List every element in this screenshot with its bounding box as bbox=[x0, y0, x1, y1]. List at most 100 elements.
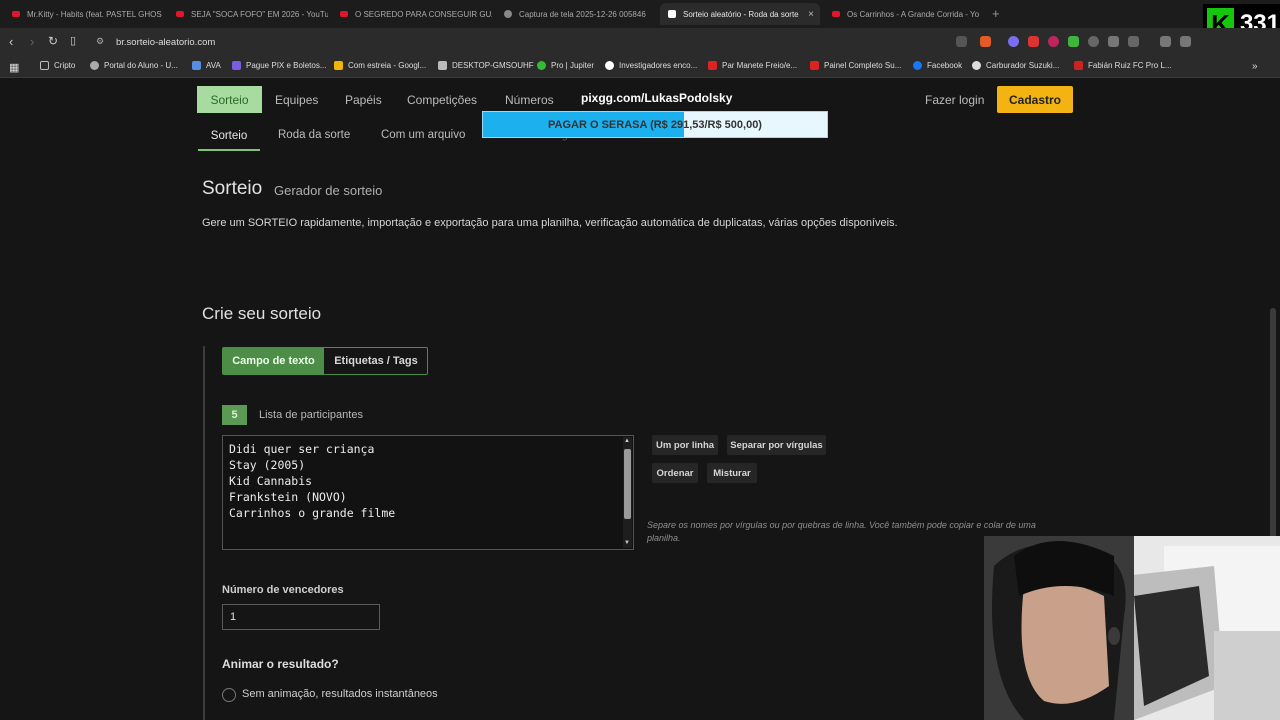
extension-icon[interactable] bbox=[1028, 36, 1039, 47]
participants-textarea[interactable]: Didi quer ser criança Stay (2005) Kid Ca… bbox=[222, 435, 634, 550]
shop-icon bbox=[972, 61, 981, 70]
subnav-roda-da-sorte[interactable]: Roda da sorte bbox=[278, 129, 350, 141]
no-animation-label[interactable]: Sem animação, resultados instantâneos bbox=[242, 688, 438, 700]
signup-button[interactable]: Cadastro bbox=[997, 86, 1073, 113]
jupiter-icon bbox=[537, 61, 546, 70]
nav-numeros[interactable]: Números bbox=[505, 93, 554, 107]
participant-line: Stay (2005) bbox=[229, 458, 306, 472]
desktop-icon bbox=[438, 61, 447, 70]
folder-icon bbox=[40, 61, 49, 70]
tab-soca-fofo[interactable]: SEJA "SOCA FOFO" EM 2026 - YouTu bbox=[168, 3, 328, 25]
tab-campo-de-texto[interactable]: Campo de texto bbox=[223, 348, 324, 374]
section-title: Crie seu sorteio bbox=[202, 304, 322, 323]
bookmark-item[interactable]: Facebook bbox=[913, 61, 962, 70]
tab-strip: Mr.Kitty - Habits (feat. PASTEL GHOS SEJ… bbox=[0, 0, 1280, 28]
nav-competicoes[interactable]: Competições bbox=[407, 93, 477, 107]
bookmark-item[interactable]: DESKTOP-GMSOUHF bbox=[438, 61, 534, 70]
extension-icon[interactable] bbox=[1128, 36, 1139, 47]
youtube-icon bbox=[832, 11, 840, 17]
bookmark-item[interactable]: Painel Completo Su... bbox=[810, 61, 901, 70]
split-commas-button[interactable]: Separar por vírgulas bbox=[727, 435, 826, 455]
form-divider bbox=[203, 346, 205, 720]
globe-icon bbox=[90, 61, 99, 70]
bookmark-item[interactable]: Fabián Ruiz FC Pro L... bbox=[1074, 61, 1172, 70]
page-subtitle: Gerador de sorteio bbox=[274, 183, 383, 198]
extension-icon[interactable] bbox=[1088, 36, 1099, 47]
subnav-sorteio[interactable]: Sorteio bbox=[198, 122, 260, 151]
participants-label: Lista de participantes bbox=[259, 409, 363, 421]
scrollbar-thumb[interactable] bbox=[624, 449, 631, 519]
bookmark-item[interactable]: Pro | Jupiter bbox=[537, 61, 594, 70]
nav-papeis[interactable]: Papéis bbox=[345, 93, 382, 107]
shop-icon bbox=[708, 61, 717, 70]
sorteio-icon bbox=[668, 10, 676, 18]
bookmark-item[interactable]: Carburador Suzuki... bbox=[972, 61, 1059, 70]
bookmark-item[interactable]: AVA bbox=[192, 61, 221, 70]
forward-icon[interactable]: › bbox=[30, 34, 34, 49]
pix-overlay-link: pixgg.com/LukasPodolsky bbox=[581, 91, 733, 105]
sidebar-icon[interactable] bbox=[1180, 36, 1191, 47]
extension-icon[interactable] bbox=[1008, 36, 1019, 47]
fc-icon bbox=[1074, 61, 1083, 70]
address-bar: ‹ › ↻ ▯ ⚙ br.sorteio-aleatorio.com bbox=[0, 28, 1280, 56]
tab-etiquetas[interactable]: Etiquetas / Tags bbox=[324, 348, 428, 374]
tab-sorteio[interactable]: Sorteio aleatório - Roda da sorte × bbox=[660, 3, 820, 25]
reload-icon[interactable]: ↻ bbox=[48, 34, 58, 48]
bookmark-item[interactable]: Pague PIX e Boletos... bbox=[232, 61, 327, 70]
nav-sorteio[interactable]: Sorteio bbox=[197, 86, 262, 113]
library-icon[interactable] bbox=[1160, 36, 1171, 47]
winners-input[interactable]: 1 bbox=[222, 604, 380, 630]
sort-button[interactable]: Ordenar bbox=[652, 463, 698, 483]
textarea-scrollbar[interactable]: ▲ ▼ bbox=[623, 437, 632, 548]
donation-goal-overlay: PAGAR O SERASA (R$ 291,53/R$ 500,00) bbox=[482, 111, 828, 138]
back-icon[interactable]: ‹ bbox=[9, 34, 13, 49]
tab-title: O SEGREDO PARA CONSEGUIR GUA bbox=[355, 9, 492, 19]
bookmark-item[interactable]: Cripto bbox=[40, 61, 75, 70]
tab-title: Captura de tela 2025-12-26 005846 bbox=[519, 9, 646, 19]
participant-line: Didi quer ser criança bbox=[229, 442, 375, 456]
share-icon[interactable] bbox=[956, 36, 967, 47]
site-info-icon[interactable]: ⚙ bbox=[96, 36, 104, 47]
one-per-line-button[interactable]: Um por linha bbox=[652, 435, 718, 455]
page-title: Sorteio bbox=[202, 178, 263, 199]
facebook-icon bbox=[913, 61, 922, 70]
youtube-icon bbox=[176, 11, 184, 17]
close-tab-icon[interactable]: × bbox=[808, 9, 814, 20]
shop-icon bbox=[810, 61, 819, 70]
shuffle-button[interactable]: Misturar bbox=[707, 463, 757, 483]
scroll-up-icon[interactable]: ▲ bbox=[624, 438, 630, 444]
webcam-overlay bbox=[984, 536, 1280, 720]
puzzle-icon[interactable] bbox=[1108, 36, 1119, 47]
login-link[interactable]: Fazer login bbox=[925, 93, 984, 107]
tab-title: Os Carrinhos - A Grande Corrida - Yo bbox=[847, 9, 980, 19]
input-mode-tabs: Campo de texto Etiquetas / Tags bbox=[222, 347, 428, 375]
scroll-down-icon[interactable]: ▼ bbox=[624, 540, 630, 546]
more-bookmarks-icon[interactable]: » bbox=[1252, 61, 1258, 72]
page-description: Gere um SORTEIO rapidamente, importação … bbox=[202, 217, 898, 229]
tab-captura[interactable]: Captura de tela 2025-12-26 005846 bbox=[496, 3, 656, 25]
no-animation-radio[interactable] bbox=[222, 688, 236, 702]
youtube-icon bbox=[340, 11, 348, 17]
nav-equipes[interactable]: Equipes bbox=[275, 93, 318, 107]
bookmark-item[interactable]: Investigadores enco... bbox=[605, 61, 697, 70]
bookmark-item[interactable]: Com estreia - Googl... bbox=[334, 61, 426, 70]
subnav-com-arquivo[interactable]: Com um arquivo bbox=[381, 129, 465, 141]
google-icon bbox=[605, 61, 614, 70]
participant-line: Kid Cannabis bbox=[229, 474, 313, 488]
ava-icon bbox=[192, 61, 201, 70]
bookmark-item[interactable]: Portal do Aluno - U... bbox=[90, 61, 178, 70]
new-tab-icon[interactable]: + bbox=[992, 6, 1000, 21]
tab-carrinhos[interactable]: Os Carrinhos - A Grande Corrida - Yo bbox=[824, 3, 984, 25]
brave-shield-icon[interactable] bbox=[980, 36, 991, 47]
apps-grid-icon[interactable]: ▦ bbox=[9, 61, 19, 74]
tab-mr-kitty[interactable]: Mr.Kitty - Habits (feat. PASTEL GHOS bbox=[4, 3, 164, 25]
bookmark-item[interactable]: Par Manete Freio/e... bbox=[708, 61, 797, 70]
tab-segredo[interactable]: O SEGREDO PARA CONSEGUIR GUA bbox=[332, 3, 492, 25]
extension-icon[interactable] bbox=[1068, 36, 1079, 47]
tab-title: SEJA "SOCA FOFO" EM 2026 - YouTu bbox=[191, 9, 328, 19]
bookmark-page-icon[interactable]: ▯ bbox=[70, 34, 76, 47]
url-field[interactable]: br.sorteio-aleatorio.com bbox=[116, 37, 215, 48]
drive-icon bbox=[334, 61, 343, 70]
extension-icon[interactable] bbox=[1048, 36, 1059, 47]
donation-goal-text: PAGAR O SERASA (R$ 291,53/R$ 500,00) bbox=[548, 118, 762, 131]
